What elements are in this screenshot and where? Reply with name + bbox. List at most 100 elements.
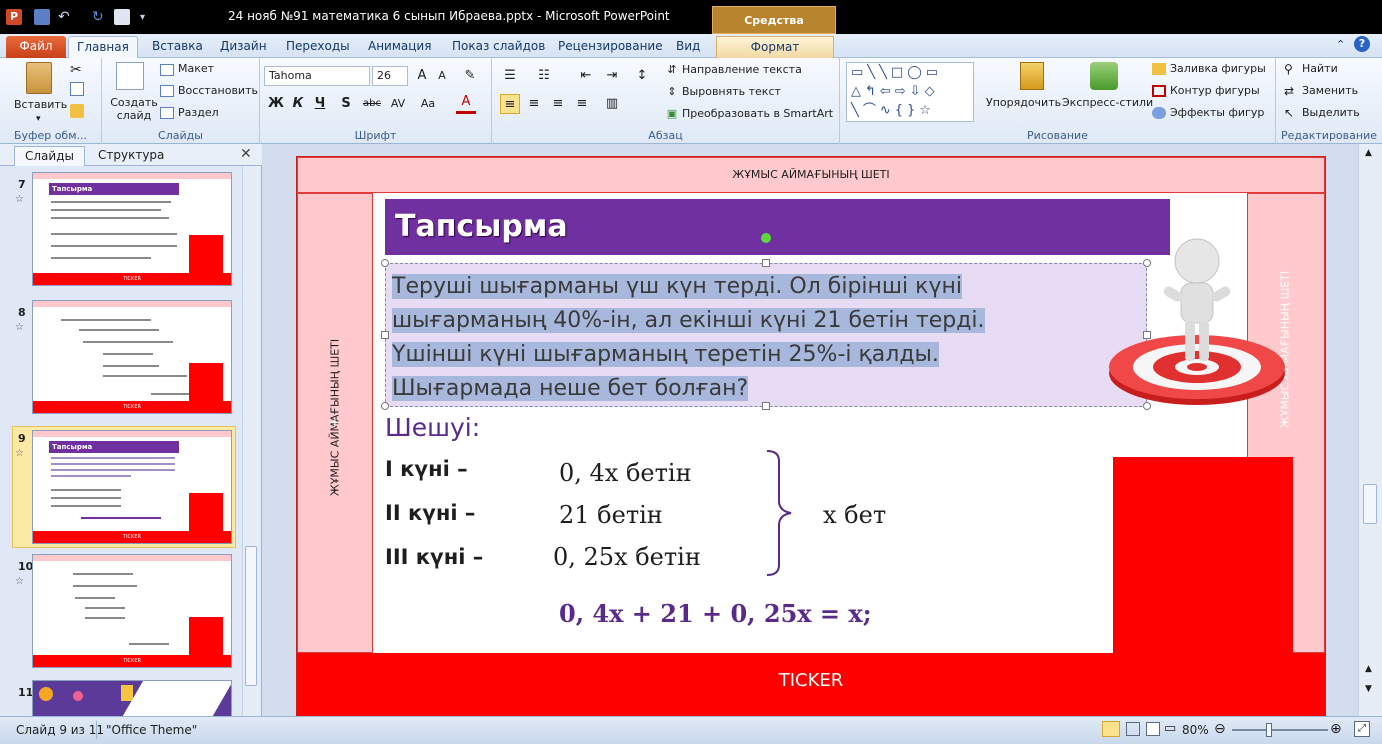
slide-scrollbar[interactable]: ▲ ▲ ▼ — [1358, 144, 1382, 716]
problem-line-4: Шығармада неше бет болған? — [392, 376, 749, 401]
normal-view-icon[interactable] — [1102, 721, 1120, 737]
undo-icon[interactable]: ↶ — [58, 9, 74, 25]
quick-styles-button[interactable]: Экспресс-стили — [1062, 96, 1153, 109]
font-size-select[interactable]: 26 — [372, 66, 408, 86]
rotate-handle-icon[interactable] — [761, 233, 771, 243]
increase-indent-icon[interactable]: ⇥ — [602, 66, 622, 86]
drawing-group: ▭╲╲□◯▭ △↰⇦⇨⇩◇ ╲⌒∿{}☆ Упорядочить Экспресс-… — [840, 58, 1276, 144]
layout-button[interactable]: Макет — [178, 62, 214, 75]
print-preview-icon[interactable] — [114, 9, 130, 25]
shape-effects-button[interactable]: Эффекты фигур — [1170, 106, 1264, 119]
smartart-button[interactable]: Преобразовать в SmartArt — [682, 107, 833, 120]
slide-canvas[interactable]: ЖҰМЫС АЙМАҒЫНЫҢ ШЕТІ ЖҰМЫС АЙМАҒЫНЫҢ ШЕТ… — [296, 156, 1326, 716]
help-icon[interactable]: ? — [1354, 36, 1370, 52]
resize-handle[interactable] — [381, 331, 389, 339]
scroll-up-icon[interactable]: ▲ — [1365, 148, 1372, 158]
arrange-button[interactable]: Упорядочить — [986, 96, 1061, 109]
shape-fill-button[interactable]: Заливка фигуры — [1170, 62, 1266, 75]
task-title-box[interactable]: Тапсырма — [385, 199, 1170, 255]
zoom-in-icon[interactable]: ⊕ — [1330, 721, 1342, 737]
minimize-ribbon-icon[interactable]: ⌃ — [1336, 38, 1345, 51]
align-left-button[interactable]: ≡ — [500, 94, 520, 114]
shapes-gallery[interactable]: ▭╲╲□◯▭ △↰⇦⇨⇩◇ ╲⌒∿{}☆ — [846, 62, 974, 122]
tab-outline[interactable]: Структура — [88, 146, 174, 166]
slide-thumbnail-9[interactable]: Тапсырма TICKER — [32, 430, 232, 544]
resize-handle[interactable] — [381, 402, 389, 410]
save-icon[interactable] — [34, 9, 50, 25]
zoom-slider-track[interactable] — [1232, 729, 1328, 731]
tab-insert[interactable]: Вставка — [144, 36, 211, 58]
slide-thumbnail-11[interactable] — [32, 680, 232, 716]
grow-font-icon[interactable]: A — [412, 66, 432, 86]
format-painter-icon[interactable] — [70, 104, 84, 118]
tab-design[interactable]: Дизайн — [212, 36, 275, 58]
resize-handle[interactable] — [762, 259, 770, 267]
paste-dropdown-icon[interactable]: ▾ — [36, 114, 41, 124]
shrink-font-icon[interactable]: A — [432, 66, 452, 86]
section-button[interactable]: Раздел — [178, 106, 219, 119]
font-color-icon[interactable]: A — [456, 94, 476, 114]
resize-handle[interactable] — [762, 402, 770, 410]
change-case-icon[interactable]: Aa — [418, 94, 438, 114]
problem-text-box[interactable]: Теруші шығарманы үш күн терді. Ол бірінш… — [381, 259, 1151, 410]
columns-icon[interactable]: ▥ — [602, 94, 622, 114]
slide-scroll-thumb[interactable] — [1363, 484, 1377, 524]
fit-to-window-icon[interactable]: ⤢ — [1354, 721, 1370, 737]
tab-slideshow[interactable]: Показ слайдов — [444, 36, 553, 58]
line-spacing-icon[interactable]: ↕ — [632, 66, 652, 86]
text-direction-button[interactable]: Направление текста — [682, 63, 802, 76]
font-name-select[interactable]: Tahoma — [264, 66, 370, 86]
zoom-level[interactable]: 80% — [1182, 723, 1209, 737]
shape-outline-button[interactable]: Контур фигуры — [1170, 84, 1260, 97]
align-right-button[interactable]: ≡ — [548, 94, 568, 114]
tab-file[interactable]: Файл — [6, 36, 66, 58]
justify-button[interactable]: ≡ — [572, 94, 592, 114]
close-panel-icon[interactable]: ✕ — [240, 146, 252, 162]
tab-view[interactable]: Вид — [668, 36, 708, 58]
resize-handle[interactable] — [381, 259, 389, 267]
bold-button[interactable]: Ж — [266, 94, 286, 114]
shadow-button[interactable]: S — [336, 94, 356, 114]
tab-animation[interactable]: Анимация — [360, 36, 439, 58]
zoom-slider-thumb[interactable] — [1266, 723, 1272, 737]
reset-button[interactable]: Восстановить — [178, 84, 258, 97]
tab-transitions[interactable]: Переходы — [278, 36, 358, 58]
slide-thumbnail-10[interactable]: TICKER — [32, 554, 232, 668]
paste-button[interactable]: Вставить — [14, 98, 67, 111]
slide-thumbnail-7[interactable]: Тапсырма TICKER — [32, 172, 232, 286]
new-slide-button[interactable]: Создать слайд — [110, 96, 158, 122]
customize-quick-access-icon[interactable]: ▾ — [140, 12, 145, 23]
slideshow-view-icon[interactable]: ▭ — [1164, 721, 1176, 736]
tab-review[interactable]: Рецензирование — [550, 36, 671, 58]
zoom-out-icon[interactable]: ⊖ — [1214, 721, 1226, 737]
slide-sorter-icon[interactable] — [1126, 722, 1140, 736]
clear-format-icon[interactable]: ✎ — [460, 66, 480, 86]
panel-scroll-thumb[interactable] — [245, 546, 257, 686]
char-spacing-icon[interactable]: AV — [388, 94, 408, 114]
problem-text[interactable]: Теруші шығарманы үш күн терді. Ол бірінш… — [392, 270, 1092, 406]
decrease-indent-icon[interactable]: ⇤ — [576, 66, 596, 86]
find-button[interactable]: Найти — [1302, 62, 1338, 75]
redo-icon[interactable]: ↻ — [92, 9, 108, 25]
numbering-icon[interactable]: ☷ — [534, 66, 554, 86]
prev-slide-icon[interactable]: ▲ — [1365, 664, 1372, 674]
underline-button[interactable]: Ч — [310, 94, 330, 114]
tab-slides[interactable]: Слайды — [14, 146, 85, 166]
text-direction-icon: ⇵ — [667, 63, 677, 76]
strikethrough-button[interactable]: abc — [360, 94, 384, 114]
panel-scrollbar[interactable] — [242, 166, 260, 716]
select-button[interactable]: Выделить — [1302, 106, 1360, 119]
tab-format[interactable]: Формат — [716, 36, 834, 58]
align-center-button[interactable]: ≡ — [524, 94, 544, 114]
replace-button[interactable]: Заменить — [1302, 84, 1358, 97]
italic-button[interactable]: К — [288, 94, 308, 114]
align-text-button[interactable]: Выровнять текст — [682, 85, 781, 98]
bullets-icon[interactable]: ☰ — [500, 66, 520, 86]
tab-home[interactable]: Главная — [68, 36, 138, 58]
slide-thumbnail-8[interactable]: TICKER — [32, 300, 232, 414]
reading-view-icon[interactable] — [1146, 722, 1160, 736]
cut-icon[interactable]: ✂ — [70, 62, 82, 78]
next-slide-icon[interactable]: ▼ — [1365, 684, 1372, 694]
copy-icon[interactable] — [70, 82, 84, 96]
thumb-ticker: TICKER — [33, 273, 231, 285]
